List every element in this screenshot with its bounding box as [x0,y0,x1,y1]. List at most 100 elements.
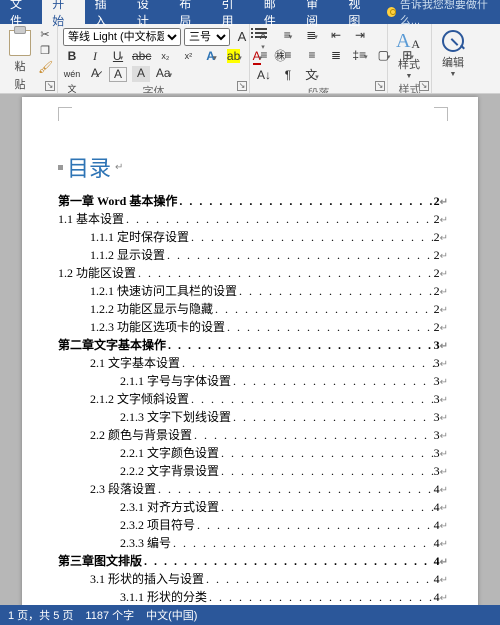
align-center-button[interactable]: ≡ [279,48,297,64]
toc-entry[interactable]: 第三章图文排版. . . . . . . . . . . . . . . . .… [58,553,448,571]
toc-entry[interactable]: 2.1.1 字号与字体设置. . . . . . . . . . . . . .… [58,373,448,391]
tab-review[interactable]: 审阅 [296,0,338,24]
toc-entry-text: 2.1 文字基本设置 [90,355,180,372]
status-page[interactable]: 1 页，共 5 页 [8,607,73,623]
tab-home[interactable]: 开始 [42,0,84,24]
toc-entry[interactable]: 2.3.2 项目符号. . . . . . . . . . . . . . . … [58,517,448,535]
line-spacing-button[interactable]: ‡≡▾ [351,48,369,64]
toc-entry[interactable]: 1.1.2 显示设置. . . . . . . . . . . . . . . … [58,247,448,265]
multilevel-button[interactable]: ≣▾ [303,28,321,44]
group-font-label: 字体 [58,82,249,94]
tab-references[interactable]: 引用 [211,0,253,24]
cut-button[interactable]: ✂ [38,28,52,42]
toc-entry-text: 第一章 Word 基本操作 [58,193,177,210]
highlight-button[interactable]: ab▾ [225,49,243,65]
toc-entry[interactable]: 2.3.1 对齐方式设置. . . . . . . . . . . . . . … [58,499,448,517]
clipboard-launcher[interactable]: ↘ [45,81,55,91]
toc-entry[interactable]: 1.1 基本设置. . . . . . . . . . . . . . . . … [58,211,448,229]
tab-design[interactable]: 设计 [127,0,169,24]
toc-entry[interactable]: 2.1 文字基本设置. . . . . . . . . . . . . . . … [58,355,448,373]
bold-button[interactable]: B [63,49,81,65]
underline-button[interactable]: U▾ [109,49,127,65]
toc-entry[interactable]: 2.2 颜色与背景设置. . . . . . . . . . . . . . .… [58,427,448,445]
status-lang[interactable]: 中文(中国) [146,607,197,623]
toc-entry[interactable]: 2.3 段落设置. . . . . . . . . . . . . . . . … [58,481,448,499]
grow-font-button[interactable]: A [233,29,251,45]
char-border-button[interactable]: A [109,67,127,82]
styles-icon [396,30,422,54]
margin-corner [58,107,72,121]
toc-leader: . . . . . . . . . . . . . . . . . . . . … [237,283,434,300]
toc-entry[interactable]: 1.2.1 快速访问工具栏的设置. . . . . . . . . . . . … [58,283,448,301]
tab-file[interactable]: 文件 [0,0,42,24]
toc-title[interactable]: 目录 ↵ [58,151,448,183]
status-words[interactable]: 1187 个字 [85,607,134,623]
toc-entry[interactable]: 2.3.3 编号. . . . . . . . . . . . . . . . … [58,535,448,553]
toc-entry-text: 2.3.3 编号 [120,535,171,552]
tab-mail[interactable]: 邮件 [254,0,296,24]
toc-entry[interactable]: 1.1.1 定时保存设置. . . . . . . . . . . . . . … [58,229,448,247]
sort-button[interactable]: A↓ [255,68,273,84]
tab-view[interactable]: 视图 [338,0,380,24]
toc-entry[interactable]: 第一章 Word 基本操作. . . . . . . . . . . . . .… [58,193,448,211]
phonetic-button[interactable]: wén文 [63,66,81,82]
styles-launcher[interactable]: ↘ [419,81,429,91]
tab-layout[interactable]: 布局 [169,0,211,24]
paragraph-mark-icon: ↵ [440,230,448,247]
paragraph-mark-icon: ↵ [440,320,448,337]
paragraph-mark-icon: ↵ [440,446,448,463]
group-font: 等线 Light (中文标题) 三号 A A B I U▾ abc x₂ x² … [58,24,250,93]
paste-button[interactable]: 粘 贴 [5,28,35,92]
copy-button[interactable]: ❐ [38,44,52,58]
toc-entry[interactable]: 2.2.2 文字背景设置. . . . . . . . . . . . . . … [58,463,448,481]
change-case-button[interactable]: Aa▾ [155,66,173,82]
toc-body[interactable]: 第一章 Word 基本操作 . . . . . . . . . . . . . .… [58,193,448,605]
toc-leader: . . . . . . . . . . . . . . . . . . . . … [189,229,434,246]
document-area[interactable]: 目录 ↵ 第一章 Word 基本操作 . . . . . . . . . . . … [0,94,500,605]
char-shading-button[interactable]: A [132,66,150,82]
format-painter-button[interactable]: 🖌 [38,60,52,74]
show-marks-button[interactable]: ¶ [279,68,297,84]
decrease-indent-button[interactable]: ⇤ [327,28,345,44]
subscript-button[interactable]: x₂ [156,49,174,65]
justify-button[interactable]: ≣ [327,48,345,64]
text-direction-button[interactable]: 文▾ [303,68,321,84]
text-effects-button[interactable]: A▾ [202,49,220,65]
bullets-button[interactable]: ▾ [255,28,273,44]
toc-entry[interactable]: 1.2.2 功能区显示与隐藏. . . . . . . . . . . . . … [58,301,448,319]
toc-entry[interactable]: 3.1 形状的插入与设置. . . . . . . . . . . . . . … [58,571,448,589]
increase-indent-button[interactable]: ⇥ [351,28,369,44]
margin-corner [434,107,448,121]
toc-entry[interactable]: 1.2 功能区设置. . . . . . . . . . . . . . . .… [58,265,448,283]
toc-entry[interactable]: 1.2.3 功能区选项卡的设置. . . . . . . . . . . . .… [58,319,448,337]
font-size-select[interactable]: 三号 [184,28,230,46]
group-paragraph-label: 段落 [250,84,387,94]
tab-insert[interactable]: 插入 [85,0,127,24]
align-right-button[interactable]: ≡ [303,48,321,64]
font-name-select[interactable]: 等线 Light (中文标题) [63,28,181,46]
numbering-button[interactable]: ≡▾ [279,28,297,44]
toc-entry[interactable]: 2.2.1 文字颜色设置. . . . . . . . . . . . . . … [58,445,448,463]
page[interactable]: 目录 ↵ 第一章 Word 基本操作 . . . . . . . . . . . … [22,97,478,605]
toc-entry[interactable]: 2.1.3 文字下划线设置. . . . . . . . . . . . . .… [58,409,448,427]
toc-entry-text: 2.1.3 文字下划线设置 [120,409,231,426]
toc-entry-text: 2.2.1 文字颜色设置 [120,445,219,462]
strike-button[interactable]: abc [132,49,151,65]
toc-leader: . . . . . . . . . . . . . . . . . . . . … [204,571,434,588]
toc-entry-text: 第二章文字基本操作 [58,337,166,354]
paragraph-mark-icon: ↵ [440,536,448,553]
align-left-button[interactable]: ≡ [255,48,273,64]
paragraph-mark-icon: ↵ [440,248,448,265]
font-launcher[interactable]: ↘ [237,81,247,91]
clear-format-button[interactable]: A̷ [86,66,104,82]
paragraph-mark-icon: ↵ [440,284,448,301]
toc-entry[interactable]: 2.1.2 文字倾斜设置. . . . . . . . . . . . . . … [58,391,448,409]
toc-leader: . . . . . . . . . . . . . . . . . . . . … [225,319,434,336]
toc-entry[interactable]: 3.1.1 形状的分类. . . . . . . . . . . . . . .… [58,589,448,605]
toc-entry[interactable]: 第二章文字基本操作. . . . . . . . . . . . . . . .… [58,337,448,355]
editing-button[interactable]: 编辑 ▼ [437,28,469,78]
styles-button[interactable]: 样式 ▼ [393,28,425,80]
superscript-button[interactable]: x² [179,49,197,65]
paragraph-launcher[interactable]: ↘ [375,81,385,91]
italic-button[interactable]: I [86,49,104,65]
